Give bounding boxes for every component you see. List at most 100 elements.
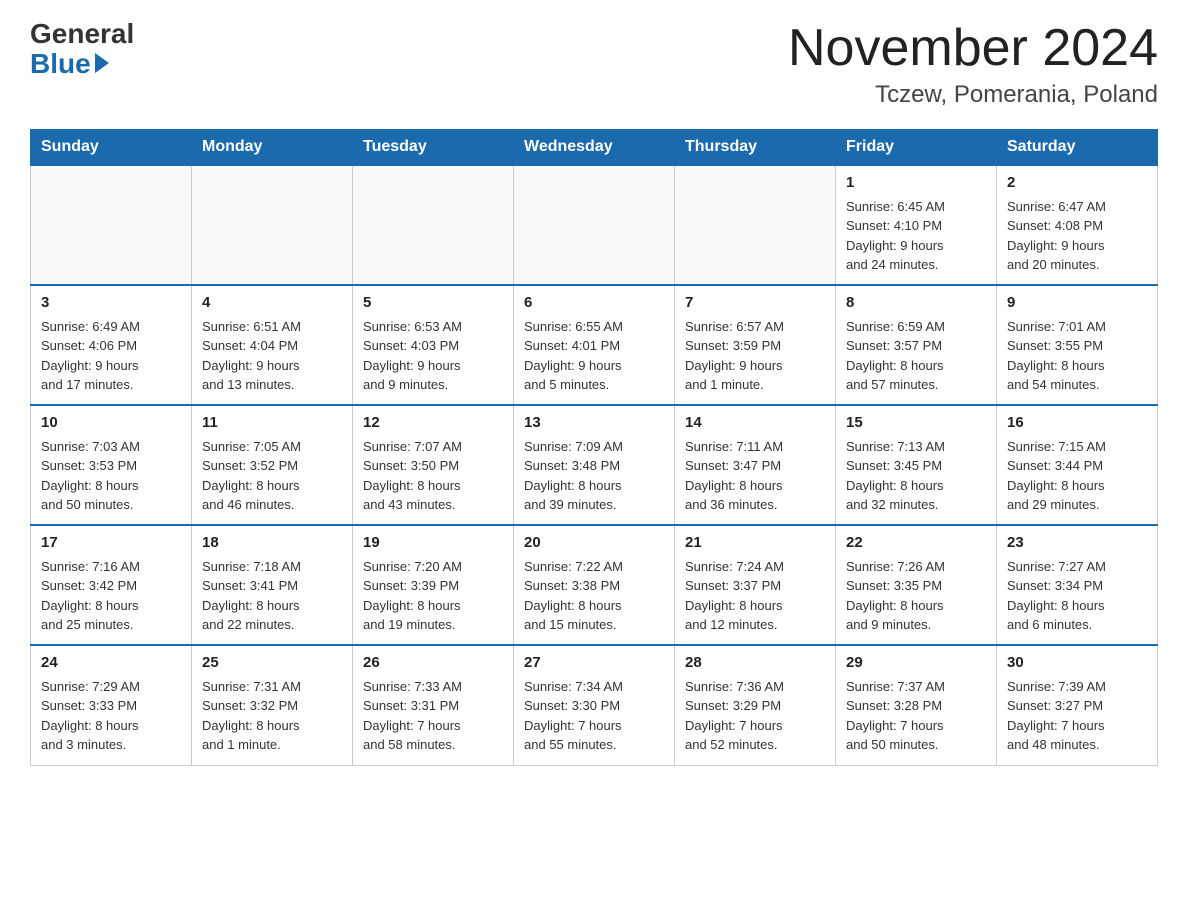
day-number: 20 (524, 532, 664, 555)
day-info: Sunrise: 6:51 AM Sunset: 4:04 PM Dayligh… (202, 317, 342, 395)
day-info: Sunrise: 7:15 AM Sunset: 3:44 PM Dayligh… (1007, 437, 1147, 515)
week-row-2: 3Sunrise: 6:49 AM Sunset: 4:06 PM Daylig… (31, 285, 1158, 405)
column-header-saturday: Saturday (997, 130, 1158, 166)
day-info: Sunrise: 6:45 AM Sunset: 4:10 PM Dayligh… (846, 197, 986, 275)
day-number: 4 (202, 292, 342, 315)
day-info: Sunrise: 7:03 AM Sunset: 3:53 PM Dayligh… (41, 437, 181, 515)
day-info: Sunrise: 7:11 AM Sunset: 3:47 PM Dayligh… (685, 437, 825, 515)
logo-triangle-icon (95, 53, 109, 73)
logo-general-text: General (30, 20, 134, 48)
week-row-5: 24Sunrise: 7:29 AM Sunset: 3:33 PM Dayli… (31, 645, 1158, 765)
month-title: November 2024 (788, 20, 1158, 77)
day-info: Sunrise: 7:24 AM Sunset: 3:37 PM Dayligh… (685, 557, 825, 635)
column-header-monday: Monday (192, 130, 353, 166)
calendar-cell: 16Sunrise: 7:15 AM Sunset: 3:44 PM Dayli… (997, 405, 1158, 525)
day-number: 23 (1007, 532, 1147, 555)
calendar-cell: 13Sunrise: 7:09 AM Sunset: 3:48 PM Dayli… (514, 405, 675, 525)
logo-blue-text: Blue (30, 48, 91, 80)
day-info: Sunrise: 7:07 AM Sunset: 3:50 PM Dayligh… (363, 437, 503, 515)
calendar-cell: 21Sunrise: 7:24 AM Sunset: 3:37 PM Dayli… (675, 525, 836, 645)
day-number: 15 (846, 412, 986, 435)
logo: General Blue (30, 20, 134, 80)
day-number: 13 (524, 412, 664, 435)
day-number: 3 (41, 292, 181, 315)
day-info: Sunrise: 6:57 AM Sunset: 3:59 PM Dayligh… (685, 317, 825, 395)
day-number: 7 (685, 292, 825, 315)
day-info: Sunrise: 7:36 AM Sunset: 3:29 PM Dayligh… (685, 677, 825, 755)
day-number: 30 (1007, 652, 1147, 675)
day-number: 8 (846, 292, 986, 315)
column-header-friday: Friday (836, 130, 997, 166)
calendar-cell: 26Sunrise: 7:33 AM Sunset: 3:31 PM Dayli… (353, 645, 514, 765)
calendar-cell: 8Sunrise: 6:59 AM Sunset: 3:57 PM Daylig… (836, 285, 997, 405)
day-info: Sunrise: 6:47 AM Sunset: 4:08 PM Dayligh… (1007, 197, 1147, 275)
calendar-cell: 17Sunrise: 7:16 AM Sunset: 3:42 PM Dayli… (31, 525, 192, 645)
calendar-cell: 6Sunrise: 6:55 AM Sunset: 4:01 PM Daylig… (514, 285, 675, 405)
day-number: 1 (846, 172, 986, 195)
day-number: 5 (363, 292, 503, 315)
calendar-cell: 23Sunrise: 7:27 AM Sunset: 3:34 PM Dayli… (997, 525, 1158, 645)
calendar-cell: 28Sunrise: 7:36 AM Sunset: 3:29 PM Dayli… (675, 645, 836, 765)
day-info: Sunrise: 7:39 AM Sunset: 3:27 PM Dayligh… (1007, 677, 1147, 755)
day-info: Sunrise: 7:22 AM Sunset: 3:38 PM Dayligh… (524, 557, 664, 635)
day-number: 6 (524, 292, 664, 315)
day-number: 27 (524, 652, 664, 675)
calendar-cell: 22Sunrise: 7:26 AM Sunset: 3:35 PM Dayli… (836, 525, 997, 645)
day-info: Sunrise: 7:31 AM Sunset: 3:32 PM Dayligh… (202, 677, 342, 755)
page-header: General Blue November 2024 Tczew, Pomera… (30, 20, 1158, 109)
column-header-wednesday: Wednesday (514, 130, 675, 166)
day-info: Sunrise: 7:13 AM Sunset: 3:45 PM Dayligh… (846, 437, 986, 515)
day-info: Sunrise: 6:59 AM Sunset: 3:57 PM Dayligh… (846, 317, 986, 395)
location-title: Tczew, Pomerania, Poland (788, 81, 1158, 109)
calendar-cell (353, 165, 514, 285)
day-number: 17 (41, 532, 181, 555)
day-info: Sunrise: 6:53 AM Sunset: 4:03 PM Dayligh… (363, 317, 503, 395)
day-info: Sunrise: 7:27 AM Sunset: 3:34 PM Dayligh… (1007, 557, 1147, 635)
calendar-cell: 10Sunrise: 7:03 AM Sunset: 3:53 PM Dayli… (31, 405, 192, 525)
day-number: 18 (202, 532, 342, 555)
calendar-cell: 24Sunrise: 7:29 AM Sunset: 3:33 PM Dayli… (31, 645, 192, 765)
calendar-cell: 14Sunrise: 7:11 AM Sunset: 3:47 PM Dayli… (675, 405, 836, 525)
calendar-cell: 27Sunrise: 7:34 AM Sunset: 3:30 PM Dayli… (514, 645, 675, 765)
day-number: 26 (363, 652, 503, 675)
week-row-1: 1Sunrise: 6:45 AM Sunset: 4:10 PM Daylig… (31, 165, 1158, 285)
day-info: Sunrise: 6:55 AM Sunset: 4:01 PM Dayligh… (524, 317, 664, 395)
calendar-cell: 2Sunrise: 6:47 AM Sunset: 4:08 PM Daylig… (997, 165, 1158, 285)
calendar-cell: 15Sunrise: 7:13 AM Sunset: 3:45 PM Dayli… (836, 405, 997, 525)
day-number: 24 (41, 652, 181, 675)
day-number: 9 (1007, 292, 1147, 315)
column-header-thursday: Thursday (675, 130, 836, 166)
calendar-cell (514, 165, 675, 285)
calendar-cell: 19Sunrise: 7:20 AM Sunset: 3:39 PM Dayli… (353, 525, 514, 645)
calendar-cell: 12Sunrise: 7:07 AM Sunset: 3:50 PM Dayli… (353, 405, 514, 525)
day-number: 16 (1007, 412, 1147, 435)
day-info: Sunrise: 7:20 AM Sunset: 3:39 PM Dayligh… (363, 557, 503, 635)
calendar-cell: 18Sunrise: 7:18 AM Sunset: 3:41 PM Dayli… (192, 525, 353, 645)
calendar-cell: 11Sunrise: 7:05 AM Sunset: 3:52 PM Dayli… (192, 405, 353, 525)
calendar-cell (31, 165, 192, 285)
calendar-cell: 5Sunrise: 6:53 AM Sunset: 4:03 PM Daylig… (353, 285, 514, 405)
day-info: Sunrise: 7:09 AM Sunset: 3:48 PM Dayligh… (524, 437, 664, 515)
title-block: November 2024 Tczew, Pomerania, Poland (788, 20, 1158, 109)
day-info: Sunrise: 7:33 AM Sunset: 3:31 PM Dayligh… (363, 677, 503, 755)
day-number: 14 (685, 412, 825, 435)
day-number: 25 (202, 652, 342, 675)
day-info: Sunrise: 7:16 AM Sunset: 3:42 PM Dayligh… (41, 557, 181, 635)
calendar-cell (192, 165, 353, 285)
calendar-cell: 25Sunrise: 7:31 AM Sunset: 3:32 PM Dayli… (192, 645, 353, 765)
day-info: Sunrise: 7:37 AM Sunset: 3:28 PM Dayligh… (846, 677, 986, 755)
day-number: 28 (685, 652, 825, 675)
day-info: Sunrise: 7:18 AM Sunset: 3:41 PM Dayligh… (202, 557, 342, 635)
day-info: Sunrise: 7:29 AM Sunset: 3:33 PM Dayligh… (41, 677, 181, 755)
calendar-cell: 3Sunrise: 6:49 AM Sunset: 4:06 PM Daylig… (31, 285, 192, 405)
calendar-cell: 9Sunrise: 7:01 AM Sunset: 3:55 PM Daylig… (997, 285, 1158, 405)
column-header-tuesday: Tuesday (353, 130, 514, 166)
week-row-4: 17Sunrise: 7:16 AM Sunset: 3:42 PM Dayli… (31, 525, 1158, 645)
day-number: 2 (1007, 172, 1147, 195)
day-number: 29 (846, 652, 986, 675)
day-number: 19 (363, 532, 503, 555)
day-info: Sunrise: 7:26 AM Sunset: 3:35 PM Dayligh… (846, 557, 986, 635)
day-number: 11 (202, 412, 342, 435)
day-number: 10 (41, 412, 181, 435)
calendar-cell: 4Sunrise: 6:51 AM Sunset: 4:04 PM Daylig… (192, 285, 353, 405)
